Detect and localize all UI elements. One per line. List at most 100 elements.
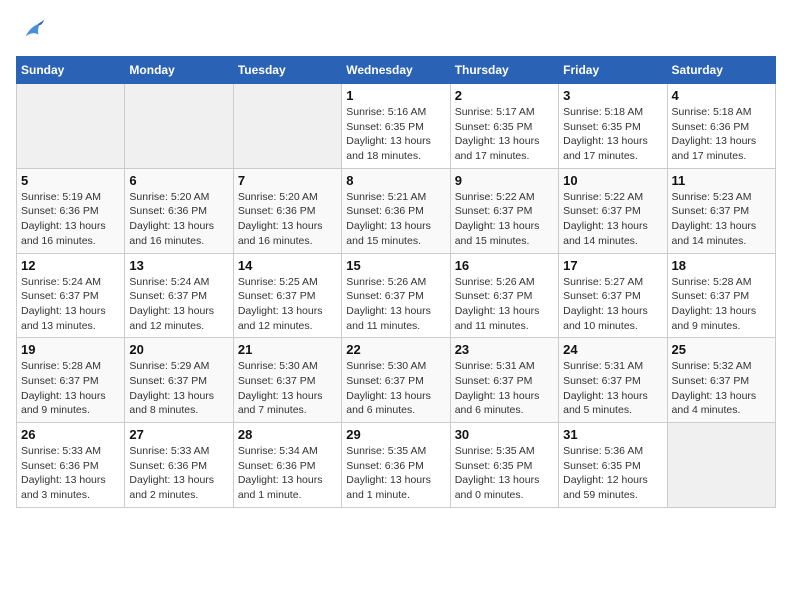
day-info: Sunrise: 5:20 AMSunset: 6:36 PMDaylight:… xyxy=(129,190,228,249)
day-info: Sunrise: 5:32 AMSunset: 6:37 PMDaylight:… xyxy=(672,359,771,418)
day-number: 11 xyxy=(672,173,771,188)
calendar-week-3: 12 Sunrise: 5:24 AMSunset: 6:37 PMDayligh… xyxy=(17,253,776,338)
day-number: 31 xyxy=(563,427,662,442)
day-info: Sunrise: 5:27 AMSunset: 6:37 PMDaylight:… xyxy=(563,275,662,334)
calendar-cell: 22 Sunrise: 5:30 AMSunset: 6:37 PMDayligh… xyxy=(342,338,450,423)
day-info: Sunrise: 5:16 AMSunset: 6:35 PMDaylight:… xyxy=(346,105,445,164)
day-info: Sunrise: 5:22 AMSunset: 6:37 PMDaylight:… xyxy=(563,190,662,249)
day-info: Sunrise: 5:24 AMSunset: 6:37 PMDaylight:… xyxy=(21,275,120,334)
day-number: 26 xyxy=(21,427,120,442)
day-number: 7 xyxy=(238,173,337,188)
day-number: 24 xyxy=(563,342,662,357)
day-number: 1 xyxy=(346,88,445,103)
calendar-cell: 11 Sunrise: 5:23 AMSunset: 6:37 PMDayligh… xyxy=(667,168,775,253)
day-number: 22 xyxy=(346,342,445,357)
day-number: 23 xyxy=(455,342,554,357)
calendar-cell xyxy=(667,423,775,508)
day-info: Sunrise: 5:36 AMSunset: 6:35 PMDaylight:… xyxy=(563,444,662,503)
day-number: 28 xyxy=(238,427,337,442)
day-number: 12 xyxy=(21,258,120,273)
day-info: Sunrise: 5:35 AMSunset: 6:36 PMDaylight:… xyxy=(346,444,445,503)
day-info: Sunrise: 5:33 AMSunset: 6:36 PMDaylight:… xyxy=(21,444,120,503)
day-header-tuesday: Tuesday xyxy=(233,57,341,84)
calendar-cell: 17 Sunrise: 5:27 AMSunset: 6:37 PMDayligh… xyxy=(559,253,667,338)
calendar-cell xyxy=(17,84,125,169)
calendar-cell: 18 Sunrise: 5:28 AMSunset: 6:37 PMDayligh… xyxy=(667,253,775,338)
calendar-cell: 16 Sunrise: 5:26 AMSunset: 6:37 PMDayligh… xyxy=(450,253,558,338)
day-info: Sunrise: 5:23 AMSunset: 6:37 PMDaylight:… xyxy=(672,190,771,249)
day-info: Sunrise: 5:34 AMSunset: 6:36 PMDaylight:… xyxy=(238,444,337,503)
page-header xyxy=(16,16,776,44)
day-header-row: SundayMondayTuesdayWednesdayThursdayFrid… xyxy=(17,57,776,84)
logo-bird-icon xyxy=(18,16,46,44)
day-number: 13 xyxy=(129,258,228,273)
day-info: Sunrise: 5:25 AMSunset: 6:37 PMDaylight:… xyxy=(238,275,337,334)
logo xyxy=(16,16,46,44)
day-info: Sunrise: 5:19 AMSunset: 6:36 PMDaylight:… xyxy=(21,190,120,249)
day-number: 10 xyxy=(563,173,662,188)
calendar-cell: 26 Sunrise: 5:33 AMSunset: 6:36 PMDayligh… xyxy=(17,423,125,508)
calendar-cell: 14 Sunrise: 5:25 AMSunset: 6:37 PMDayligh… xyxy=(233,253,341,338)
day-info: Sunrise: 5:17 AMSunset: 6:35 PMDaylight:… xyxy=(455,105,554,164)
day-info: Sunrise: 5:35 AMSunset: 6:35 PMDaylight:… xyxy=(455,444,554,503)
day-number: 15 xyxy=(346,258,445,273)
day-info: Sunrise: 5:30 AMSunset: 6:37 PMDaylight:… xyxy=(346,359,445,418)
calendar-cell: 12 Sunrise: 5:24 AMSunset: 6:37 PMDayligh… xyxy=(17,253,125,338)
day-number: 9 xyxy=(455,173,554,188)
day-number: 16 xyxy=(455,258,554,273)
day-number: 25 xyxy=(672,342,771,357)
calendar-cell: 23 Sunrise: 5:31 AMSunset: 6:37 PMDayligh… xyxy=(450,338,558,423)
day-number: 18 xyxy=(672,258,771,273)
day-number: 30 xyxy=(455,427,554,442)
calendar-table: SundayMondayTuesdayWednesdayThursdayFrid… xyxy=(16,56,776,508)
day-number: 14 xyxy=(238,258,337,273)
calendar-cell: 5 Sunrise: 5:19 AMSunset: 6:36 PMDaylight… xyxy=(17,168,125,253)
day-info: Sunrise: 5:31 AMSunset: 6:37 PMDaylight:… xyxy=(563,359,662,418)
day-info: Sunrise: 5:33 AMSunset: 6:36 PMDaylight:… xyxy=(129,444,228,503)
calendar-cell: 8Sunrise: 5:21 AMSunset: 6:36 PMDaylight… xyxy=(342,168,450,253)
day-info: Sunrise: 5:24 AMSunset: 6:37 PMDaylight:… xyxy=(129,275,228,334)
day-info: Sunrise: 5:28 AMSunset: 6:37 PMDaylight:… xyxy=(672,275,771,334)
day-number: 8 xyxy=(346,173,445,188)
day-header-wednesday: Wednesday xyxy=(342,57,450,84)
calendar-week-2: 5 Sunrise: 5:19 AMSunset: 6:36 PMDaylight… xyxy=(17,168,776,253)
calendar-cell: 31 Sunrise: 5:36 AMSunset: 6:35 PMDayligh… xyxy=(559,423,667,508)
day-number: 21 xyxy=(238,342,337,357)
calendar-cell: 3Sunrise: 5:18 AMSunset: 6:35 PMDaylight… xyxy=(559,84,667,169)
day-number: 17 xyxy=(563,258,662,273)
calendar-cell: 25 Sunrise: 5:32 AMSunset: 6:37 PMDayligh… xyxy=(667,338,775,423)
calendar-cell: 29Sunrise: 5:35 AMSunset: 6:36 PMDayligh… xyxy=(342,423,450,508)
calendar-cell: 2 Sunrise: 5:17 AMSunset: 6:35 PMDaylight… xyxy=(450,84,558,169)
calendar-cell: 13 Sunrise: 5:24 AMSunset: 6:37 PMDayligh… xyxy=(125,253,233,338)
day-header-monday: Monday xyxy=(125,57,233,84)
day-header-saturday: Saturday xyxy=(667,57,775,84)
day-info: Sunrise: 5:26 AMSunset: 6:37 PMDaylight:… xyxy=(346,275,445,334)
calendar-cell: 7Sunrise: 5:20 AMSunset: 6:36 PMDaylight… xyxy=(233,168,341,253)
day-number: 27 xyxy=(129,427,228,442)
calendar-cell: 21Sunrise: 5:30 AMSunset: 6:37 PMDayligh… xyxy=(233,338,341,423)
calendar-cell: 15 Sunrise: 5:26 AMSunset: 6:37 PMDayligh… xyxy=(342,253,450,338)
day-number: 2 xyxy=(455,88,554,103)
day-info: Sunrise: 5:31 AMSunset: 6:37 PMDaylight:… xyxy=(455,359,554,418)
day-number: 20 xyxy=(129,342,228,357)
day-info: Sunrise: 5:28 AMSunset: 6:37 PMDaylight:… xyxy=(21,359,120,418)
calendar-cell: 19 Sunrise: 5:28 AMSunset: 6:37 PMDayligh… xyxy=(17,338,125,423)
day-info: Sunrise: 5:26 AMSunset: 6:37 PMDaylight:… xyxy=(455,275,554,334)
day-header-sunday: Sunday xyxy=(17,57,125,84)
calendar-cell xyxy=(125,84,233,169)
calendar-week-4: 19 Sunrise: 5:28 AMSunset: 6:37 PMDayligh… xyxy=(17,338,776,423)
calendar-cell: 1 Sunrise: 5:16 AMSunset: 6:35 PMDaylight… xyxy=(342,84,450,169)
day-header-friday: Friday xyxy=(559,57,667,84)
day-number: 19 xyxy=(21,342,120,357)
day-number: 4 xyxy=(672,88,771,103)
day-number: 3 xyxy=(563,88,662,103)
day-info: Sunrise: 5:29 AMSunset: 6:37 PMDaylight:… xyxy=(129,359,228,418)
day-info: Sunrise: 5:22 AMSunset: 6:37 PMDaylight:… xyxy=(455,190,554,249)
calendar-cell: 30 Sunrise: 5:35 AMSunset: 6:35 PMDayligh… xyxy=(450,423,558,508)
calendar-cell: 20 Sunrise: 5:29 AMSunset: 6:37 PMDayligh… xyxy=(125,338,233,423)
calendar-cell: 9 Sunrise: 5:22 AMSunset: 6:37 PMDaylight… xyxy=(450,168,558,253)
calendar-cell: 4Sunrise: 5:18 AMSunset: 6:36 PMDaylight… xyxy=(667,84,775,169)
calendar-cell: 6Sunrise: 5:20 AMSunset: 6:36 PMDaylight… xyxy=(125,168,233,253)
day-number: 5 xyxy=(21,173,120,188)
calendar-cell xyxy=(233,84,341,169)
